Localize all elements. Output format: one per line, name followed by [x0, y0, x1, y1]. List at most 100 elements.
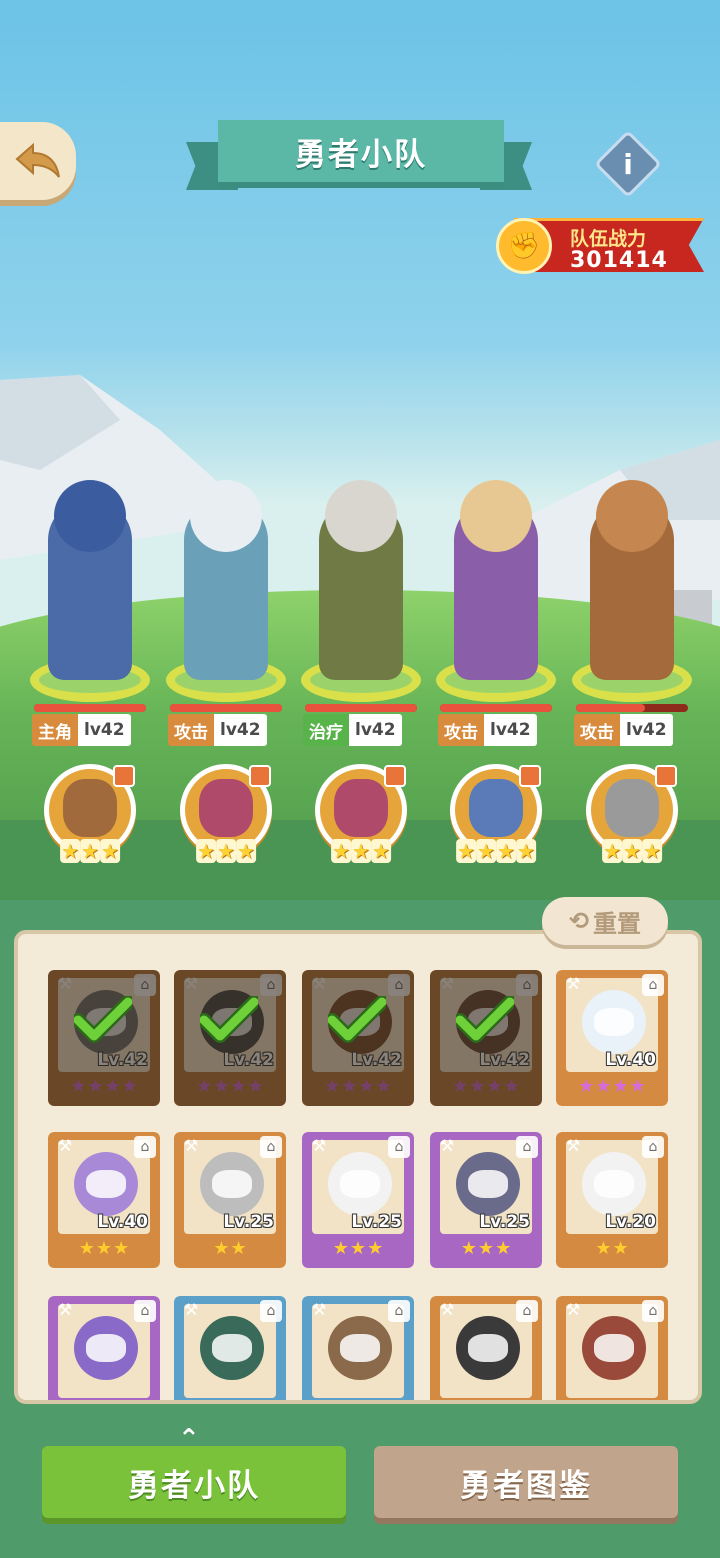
reset-icon: ⟲: [568, 907, 590, 935]
star-icon: ★: [95, 1238, 113, 1259]
hero-card[interactable]: ⚒ ⌂: [430, 1296, 542, 1400]
star-icon: ★: [578, 1076, 595, 1097]
hero-tag: 主角 lv42: [32, 714, 131, 746]
hero-card[interactable]: ⚒ ⌂: [556, 1296, 668, 1400]
element-badge-icon: ⌂: [642, 1136, 664, 1158]
check-icon: [456, 996, 514, 1043]
hero-level: lv42: [78, 714, 131, 746]
hero-card-stars: ★ ★ ★: [430, 1238, 542, 1260]
class-icon: ⚒: [565, 1300, 581, 1319]
star-icon: ★: [612, 1076, 629, 1097]
hero-role: 攻击: [438, 714, 484, 746]
star-icon: ★: [213, 1238, 230, 1259]
hero-card-stars: ★★★★: [556, 1076, 668, 1098]
star-icon: ★: [629, 1076, 646, 1097]
star-icon: ★: [495, 1238, 512, 1259]
hero-card[interactable]: ⚒ ⌂ Lv.25 ★ ★ ★: [430, 1132, 542, 1268]
star-icon: ★: [113, 1238, 130, 1259]
team-power-badge: ✊ 队伍战力 301414: [496, 212, 708, 278]
star-icon: ★: [196, 839, 217, 863]
star-icon: ★: [216, 839, 236, 863]
hero-card[interactable]: ⚒ ⌂ Lv.40 ★ ★ ★: [48, 1132, 160, 1268]
star-icon: ★: [641, 839, 662, 863]
class-icon: ⚒: [57, 1300, 73, 1319]
pet-badge-icon: [249, 765, 271, 787]
hero-level: lv42: [484, 714, 537, 746]
pet-slot[interactable]: ★ ★ ★: [315, 764, 407, 863]
hero-card[interactable]: ⚒ ⌂: [302, 1296, 414, 1400]
star-icon: ★: [349, 1238, 367, 1259]
hero-head: [460, 480, 532, 552]
hero-card[interactable]: ⚒ ⌂: [48, 1296, 160, 1400]
pet-slot[interactable]: ★ ★ ★: [44, 764, 136, 863]
hero-card[interactable]: ⚒ ⌂ Lv.42 ★★★★: [302, 970, 414, 1106]
hero-card[interactable]: ⚒ ⌂: [174, 1296, 286, 1400]
star-icon: ★: [60, 839, 81, 863]
back-arrow-icon: [15, 142, 60, 178]
hero-role: 攻击: [574, 714, 620, 746]
hero-head: [54, 480, 126, 552]
hero-role: 攻击: [168, 714, 214, 746]
page-title: 勇者小队: [218, 120, 504, 182]
star-icon: ★: [476, 839, 496, 863]
hero-card[interactable]: ⚒ ⌂ Lv.40 ★ ★ ★ ★: [556, 970, 668, 1106]
hero-card[interactable]: ⚒ ⌂ Lv.42 ★★★★: [174, 970, 286, 1106]
power-fist-icon: ✊: [496, 218, 552, 274]
pet-portrait: [605, 779, 659, 837]
hero-role: 主角: [32, 714, 78, 746]
check-icon: [328, 996, 386, 1043]
star-icon: ★: [80, 839, 100, 863]
hero-hp-bar: [440, 704, 552, 712]
hero-slot[interactable]: 治疗 lv42: [301, 440, 421, 746]
star-icon: ★: [230, 1238, 247, 1259]
hero-card-stars: ★ ★ ★: [302, 1238, 414, 1260]
hero-card[interactable]: ⚒ ⌂ Lv.25 ★ ★ ★: [302, 1132, 414, 1268]
pet-portrait: [334, 779, 388, 837]
star-icon: ★: [515, 839, 536, 863]
hero-tag: 攻击 lv42: [168, 714, 267, 746]
hero-card[interactable]: ⚒ ⌂ Lv.20 ★ ★: [556, 1132, 668, 1268]
element-badge-icon: ⌂: [642, 974, 664, 996]
pet-slot[interactable]: ★ ★ ★ ★: [450, 764, 542, 863]
check-icon: [74, 996, 132, 1043]
star-icon: ★: [460, 1238, 477, 1259]
star-icon: ★: [595, 1076, 612, 1097]
pet-stars: ★ ★ ★: [60, 839, 120, 863]
hero-hp-bar: [170, 704, 282, 712]
hero-head: [596, 480, 668, 552]
star-icon: ★: [370, 839, 391, 863]
tab-codex[interactable]: 勇者图鉴: [374, 1446, 678, 1518]
tab-team[interactable]: 勇者小队: [42, 1446, 346, 1518]
pet-stars: ★ ★ ★: [602, 839, 662, 863]
hero-role: 治疗: [303, 714, 349, 746]
pet-slot[interactable]: ★ ★ ★: [180, 764, 272, 863]
element-badge-icon: ⌂: [134, 1136, 156, 1158]
star-icon: ★: [477, 1238, 495, 1259]
hero-hp-bar: [305, 704, 417, 712]
back-button[interactable]: [0, 122, 76, 200]
class-icon: ⚒: [565, 1136, 581, 1155]
hero-slot[interactable]: 主角 lv42: [30, 440, 150, 746]
element-badge-icon: ⌂: [516, 1136, 538, 1158]
hero-card[interactable]: ⚒ ⌂ Lv.42 ★★★★: [430, 970, 542, 1106]
star-icon: ★: [351, 839, 371, 863]
hero-card-level: Lv.25: [223, 1212, 274, 1232]
info-icon: i: [623, 147, 633, 181]
element-badge-icon: ⌂: [388, 1136, 410, 1158]
team-power-label: 队伍战力: [570, 228, 647, 250]
pet-portrait: [199, 779, 253, 837]
pet-badge-icon: [519, 765, 541, 787]
hero-card[interactable]: ⚒ ⌂ Lv.42 ★★★★: [48, 970, 160, 1106]
hero-card[interactable]: ⚒ ⌂ Lv.25 ★ ★: [174, 1132, 286, 1268]
hero-hp-bar: [576, 704, 688, 712]
hero-slot[interactable]: 攻击 lv42: [166, 440, 286, 746]
class-icon: ⚒: [311, 1136, 327, 1155]
hero-card-level: Lv.25: [479, 1212, 530, 1232]
pet-slot[interactable]: ★ ★ ★: [586, 764, 678, 863]
hero-slot[interactable]: 攻击 lv42: [572, 440, 692, 746]
reset-button[interactable]: ⟲ 重置: [542, 897, 668, 945]
hero-slot[interactable]: 攻击 lv42: [436, 440, 556, 746]
star-icon: ★: [99, 839, 120, 863]
element-badge-icon: ⌂: [516, 1300, 538, 1322]
pet-stars: ★ ★ ★: [331, 839, 391, 863]
